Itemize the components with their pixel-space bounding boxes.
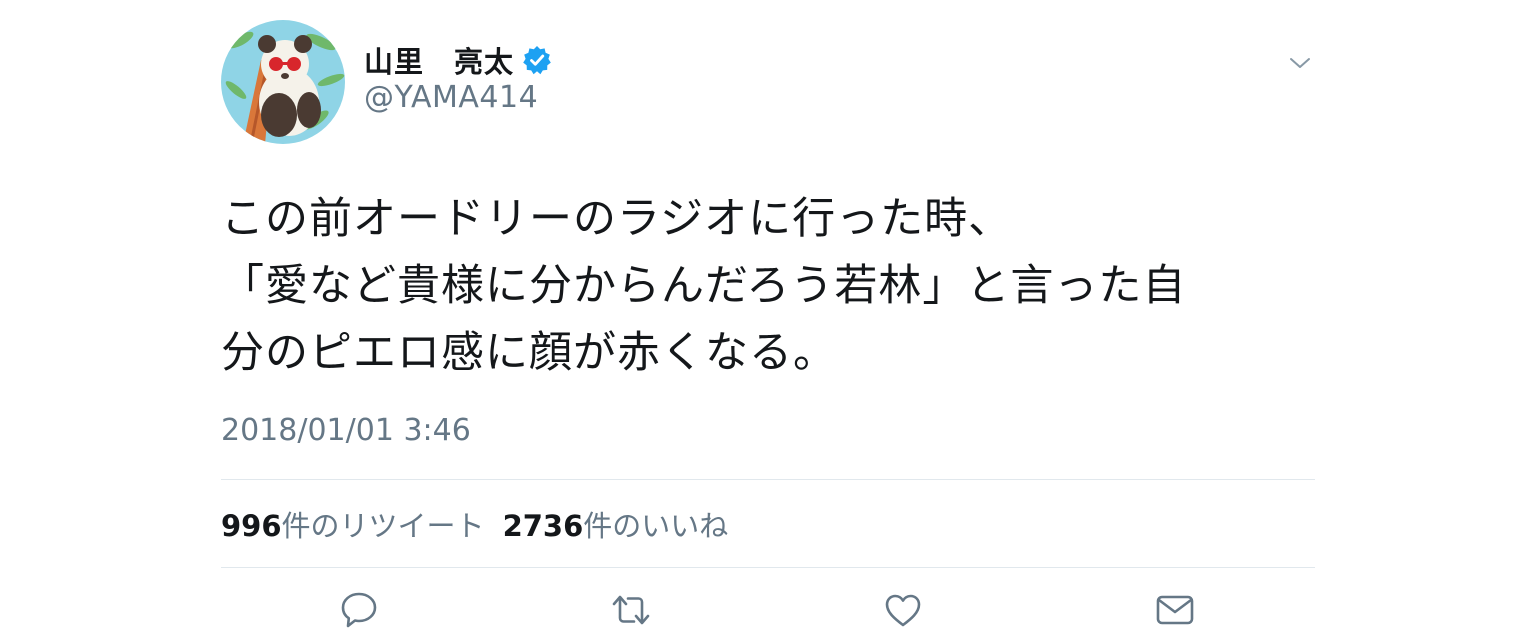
retweet-icon[interactable] — [609, 588, 653, 632]
tweet-card: 山里 亮太 @YAMA414 この前オードリーのラジオに行った時、 「愛など貴様… — [221, 0, 1315, 644]
divider — [221, 567, 1315, 568]
like-count: 2736 — [502, 509, 584, 543]
tweet-action-bar — [221, 588, 1315, 634]
like-count-link[interactable]: 2736 件のいいね — [503, 503, 729, 545]
direct-message-icon[interactable] — [1153, 588, 1197, 632]
reply-icon[interactable] — [337, 588, 381, 632]
tweet-text-line: この前オードリーのラジオに行った時、 — [221, 194, 1013, 244]
retweet-label: 件のリツイート — [281, 509, 485, 543]
retweet-count-link[interactable]: 996 件のリツイート — [221, 503, 485, 545]
verified-badge-icon — [522, 45, 552, 75]
tweet-stats: 996 件のリツイート 2736 件のいいね — [221, 503, 746, 545]
retweet-count: 996 — [221, 509, 282, 543]
user-avatar[interactable] — [221, 20, 345, 144]
display-name: 山里 亮太 — [364, 45, 515, 79]
like-label: 件のいいね — [583, 509, 729, 543]
like-icon[interactable] — [881, 588, 925, 632]
tweet-text-line: 分のピエロ感に顔が赤くなる。 — [221, 328, 837, 378]
user-handle[interactable]: @YAMA414 — [364, 80, 538, 115]
chevron-down-icon[interactable] — [1285, 48, 1315, 78]
divider — [221, 479, 1315, 480]
tweet-text: この前オードリーのラジオに行った時、 「愛など貴様に分からんだろう若林」と言った… — [221, 186, 1315, 387]
panda-avatar-image — [221, 20, 345, 144]
tweet-text-line: 「愛など貴様に分からんだろう若林」と言った自 — [221, 261, 1187, 311]
user-name-row[interactable]: 山里 亮太 — [364, 38, 552, 82]
tweet-timestamp[interactable]: 2018/01/01 3:46 — [221, 413, 471, 448]
